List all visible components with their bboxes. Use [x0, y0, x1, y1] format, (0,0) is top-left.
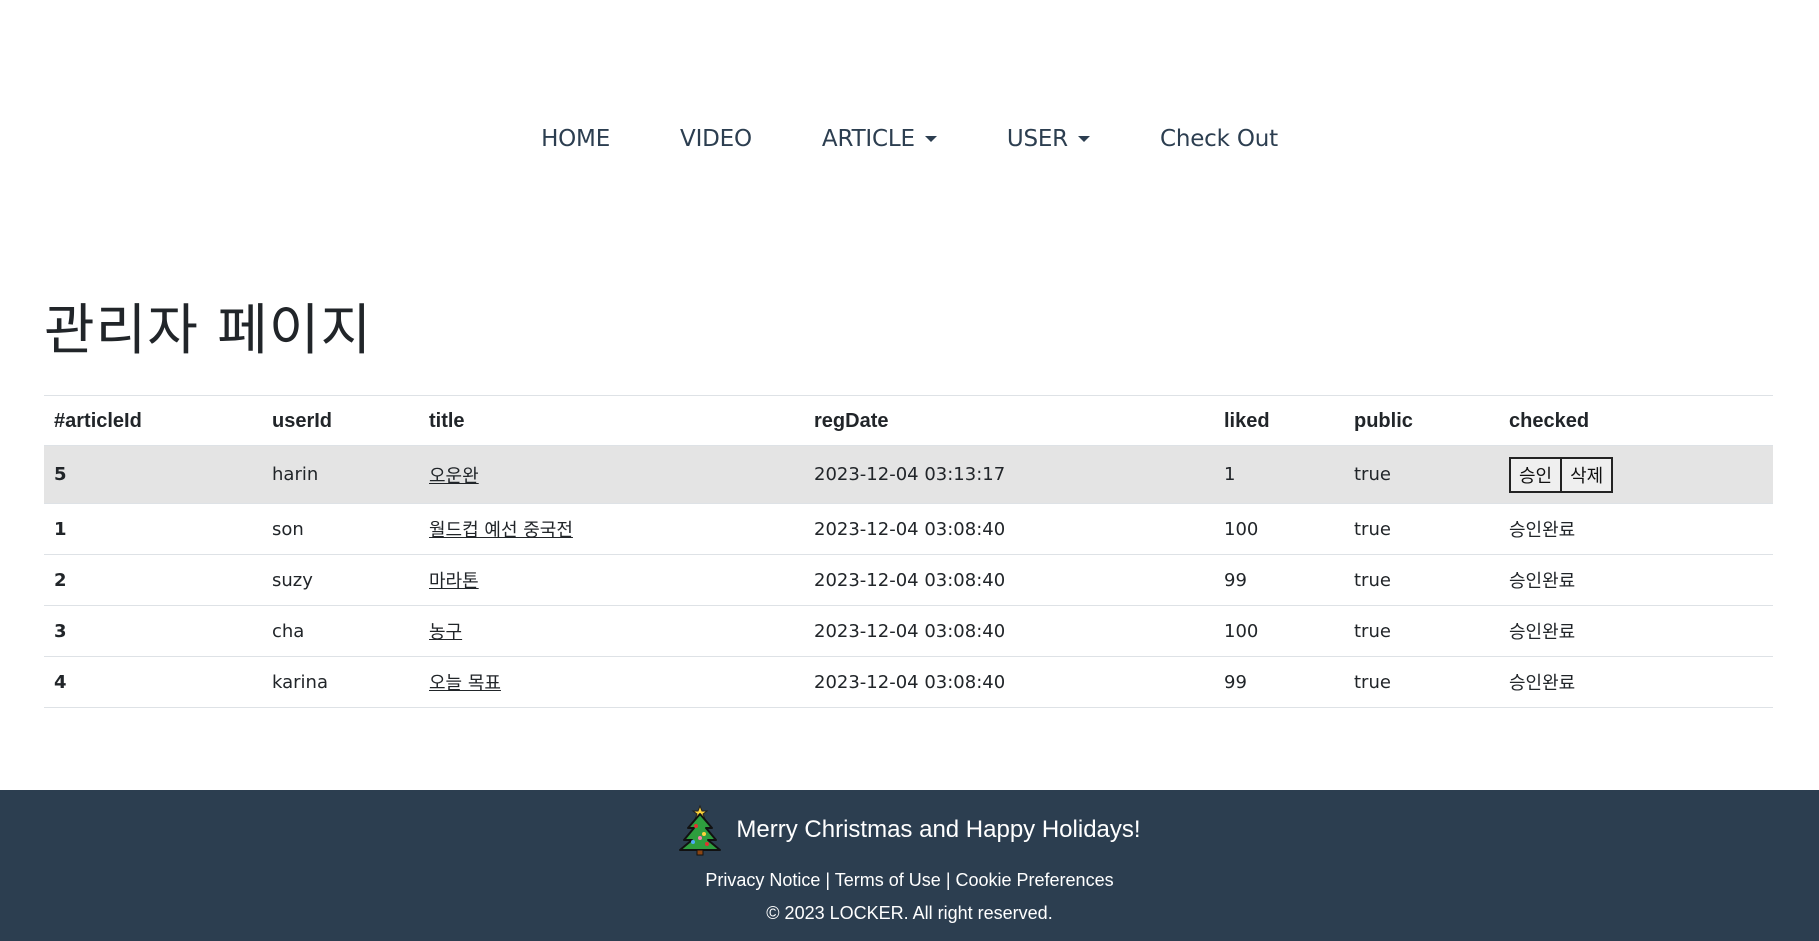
holiday-greeting: Merry Christmas and Happy Holidays! — [736, 816, 1141, 843]
header-article-id: #articleId — [44, 395, 262, 446]
caret-down-icon — [924, 136, 937, 142]
cell-user-id: cha — [262, 605, 419, 657]
table-row: 4 karina 오늘 목표 2023-12-04 03:08:40 99 tr… — [44, 656, 1773, 708]
table-row: 2 suzy 마라톤 2023-12-04 03:08:40 99 true 승… — [44, 554, 1773, 606]
approve-button[interactable]: 승인 — [1509, 456, 1563, 493]
nav-article-dropdown[interactable]: ARTICLE — [787, 126, 972, 152]
cell-public: true — [1344, 445, 1499, 504]
table-header-row: #articleId userId title regDate liked pu… — [44, 395, 1773, 446]
table-row: 3 cha 농구 2023-12-04 03:08:40 100 true 승인… — [44, 605, 1773, 657]
nav-article-label: ARTICLE — [821, 126, 915, 152]
cell-reg-date: 2023-12-04 03:08:40 — [804, 656, 1214, 708]
terms-of-use-link[interactable]: Terms of Use — [835, 870, 941, 890]
cell-user-id: suzy — [262, 554, 419, 606]
cell-article-id: 3 — [44, 605, 262, 657]
separator: | — [940, 870, 956, 890]
cell-liked: 1 — [1214, 445, 1344, 504]
header-liked: liked — [1214, 395, 1344, 446]
cell-reg-date: 2023-12-04 03:08:40 — [804, 503, 1214, 555]
cell-article-id: 1 — [44, 503, 262, 555]
table-row: 5 harin 오운완 2023-12-04 03:13:17 1 true 승… — [44, 445, 1773, 504]
cell-public: true — [1344, 656, 1499, 708]
nav-home-label: HOME — [541, 126, 611, 152]
christmas-tree-icon — [679, 804, 722, 856]
header-title: title — [419, 395, 804, 446]
cell-liked: 99 — [1214, 656, 1344, 708]
holiday-banner: Merry Christmas and Happy Holidays! — [0, 804, 1819, 856]
cell-user-id: karina — [262, 656, 419, 708]
cell-title: 마라톤 — [419, 554, 804, 606]
main-nav: HOME VIDEO ARTICLE USER Check Out — [0, 126, 1819, 152]
cell-checked: 승인완료 — [1499, 554, 1773, 606]
cell-title: 월드컵 예선 중국전 — [419, 503, 804, 555]
cell-checked: 승인 삭제 — [1499, 445, 1773, 504]
footer-links: Privacy Notice | Terms of Use | Cookie P… — [0, 870, 1819, 891]
articles-table: #articleId userId title regDate liked pu… — [44, 395, 1773, 708]
cell-liked: 100 — [1214, 605, 1344, 657]
nav-checkout-label: Check Out — [1159, 126, 1278, 152]
article-title-link[interactable]: 농구 — [429, 622, 462, 643]
nav-user-dropdown[interactable]: USER — [972, 126, 1125, 152]
cell-reg-date: 2023-12-04 03:13:17 — [804, 445, 1214, 504]
cell-title: 농구 — [419, 605, 804, 657]
nav-video[interactable]: VIDEO — [645, 126, 787, 152]
header-reg-date: regDate — [804, 395, 1214, 446]
delete-button[interactable]: 삭제 — [1560, 456, 1614, 493]
nav-home[interactable]: HOME — [506, 126, 645, 152]
cell-reg-date: 2023-12-04 03:08:40 — [804, 554, 1214, 606]
header-public: public — [1344, 395, 1499, 446]
cell-checked: 승인완료 — [1499, 605, 1773, 657]
separator: | — [820, 870, 835, 890]
header-user-id: userId — [262, 395, 419, 446]
footer: Merry Christmas and Happy Holidays! Priv… — [0, 790, 1819, 941]
cookie-preferences-link[interactable]: Cookie Preferences — [956, 870, 1114, 890]
nav-user-label: USER — [1006, 126, 1068, 152]
article-title-link[interactable]: 마라톤 — [429, 571, 479, 592]
cell-user-id: harin — [262, 445, 419, 504]
cell-user-id: son — [262, 503, 419, 555]
cell-public: true — [1344, 554, 1499, 606]
cell-liked: 99 — [1214, 554, 1344, 606]
cell-article-id: 5 — [44, 445, 262, 504]
cell-public: true — [1344, 605, 1499, 657]
cell-title: 오늘 목표 — [419, 656, 804, 708]
cell-public: true — [1344, 503, 1499, 555]
copyright: © 2023 LOCKER. All right reserved. — [766, 903, 1053, 923]
page-title: 관리자 페이지 — [44, 298, 373, 362]
privacy-notice-link[interactable]: Privacy Notice — [705, 870, 820, 890]
article-title-link[interactable]: 오운완 — [429, 466, 479, 487]
cell-liked: 100 — [1214, 503, 1344, 555]
nav-video-label: VIDEO — [680, 126, 752, 152]
cell-reg-date: 2023-12-04 03:08:40 — [804, 605, 1214, 657]
header-checked: checked — [1499, 395, 1773, 446]
table-row: 1 son 월드컵 예선 중국전 2023-12-04 03:08:40 100… — [44, 503, 1773, 555]
nav-checkout[interactable]: Check Out — [1125, 126, 1313, 152]
cell-title: 오운완 — [419, 445, 804, 504]
article-title-link[interactable]: 월드컵 예선 중국전 — [429, 520, 573, 541]
article-title-link[interactable]: 오늘 목표 — [429, 673, 501, 694]
cell-article-id: 2 — [44, 554, 262, 606]
caret-down-icon — [1077, 136, 1090, 142]
cell-checked: 승인완료 — [1499, 503, 1773, 555]
cell-article-id: 4 — [44, 656, 262, 708]
cell-checked: 승인완료 — [1499, 656, 1773, 708]
